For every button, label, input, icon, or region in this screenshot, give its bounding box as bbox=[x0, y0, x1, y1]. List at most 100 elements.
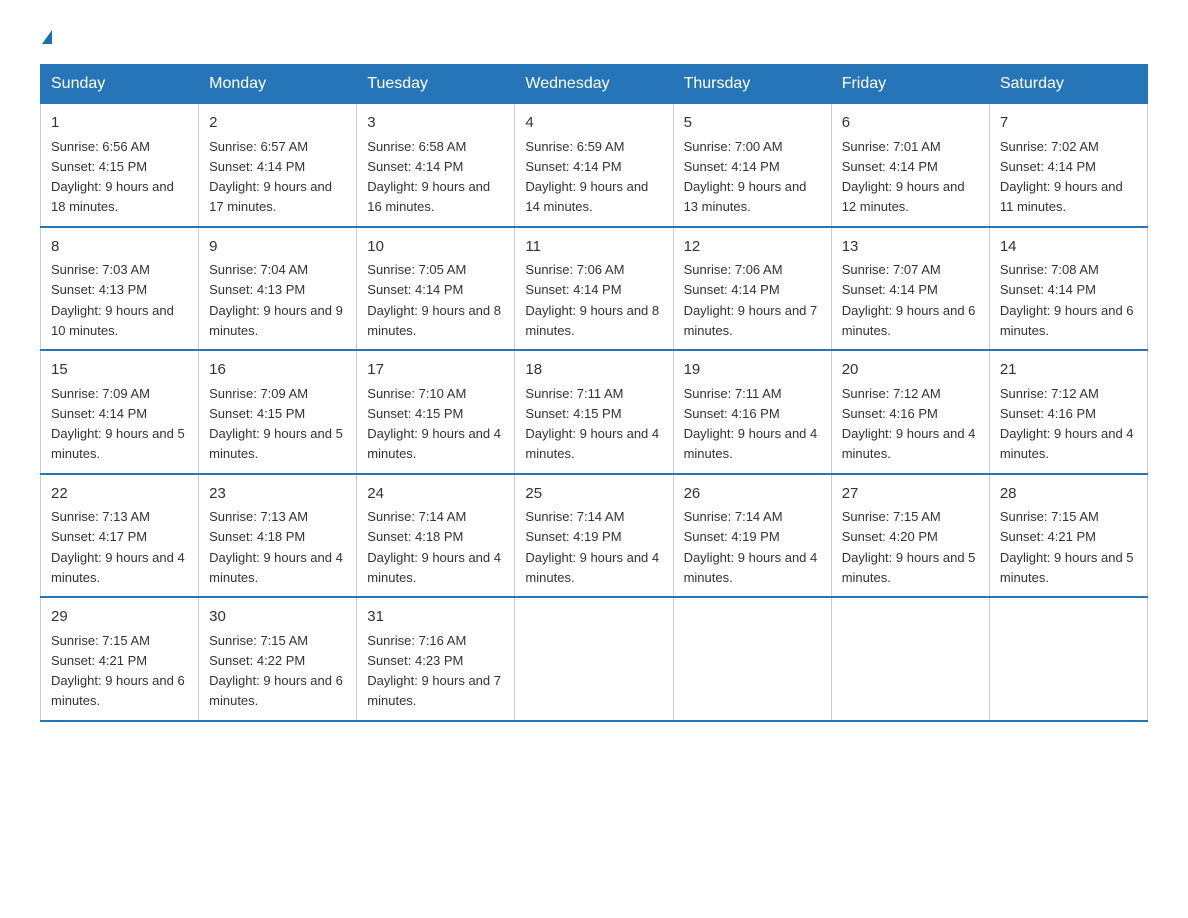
day-number: 9 bbox=[209, 236, 346, 259]
calendar-cell: 9 Sunrise: 7:04 AMSunset: 4:13 PMDaylight… bbox=[199, 227, 357, 351]
calendar-cell: 2 Sunrise: 6:57 AMSunset: 4:14 PMDaylight… bbox=[199, 104, 357, 227]
day-info: Sunrise: 7:04 AMSunset: 4:13 PMDaylight:… bbox=[209, 262, 343, 338]
calendar-cell bbox=[989, 597, 1147, 721]
calendar-week-row: 29Sunrise: 7:15 AMSunset: 4:21 PMDayligh… bbox=[41, 597, 1148, 721]
day-number: 17 bbox=[367, 359, 504, 382]
calendar-cell: 20 Sunrise: 7:12 AMSunset: 4:16 PMDayligh… bbox=[831, 350, 989, 474]
logo bbox=[40, 30, 52, 44]
day-info: Sunrise: 7:12 AMSunset: 4:16 PMDaylight:… bbox=[842, 386, 976, 462]
day-info: Sunrise: 7:15 AMSunset: 4:21 PMDaylight:… bbox=[1000, 509, 1134, 585]
day-info: Sunrise: 7:14 AMSunset: 4:19 PMDaylight:… bbox=[525, 509, 659, 585]
calendar-cell: 22 Sunrise: 7:13 AMSunset: 4:17 PMDayligh… bbox=[41, 474, 199, 598]
calendar-table: SundayMondayTuesdayWednesdayThursdayFrid… bbox=[40, 64, 1148, 722]
day-number: 4 bbox=[525, 112, 662, 135]
day-info: Sunrise: 7:09 AMSunset: 4:14 PMDaylight:… bbox=[51, 386, 185, 462]
calendar-cell: 10 Sunrise: 7:05 AMSunset: 4:14 PMDayligh… bbox=[357, 227, 515, 351]
weekday-header-thursday: Thursday bbox=[673, 65, 831, 104]
day-number: 13 bbox=[842, 236, 979, 259]
day-number: 30 bbox=[209, 606, 346, 629]
day-info: Sunrise: 7:14 AMSunset: 4:19 PMDaylight:… bbox=[684, 509, 818, 585]
day-number: 2 bbox=[209, 112, 346, 135]
calendar-cell: 29Sunrise: 7:15 AMSunset: 4:21 PMDayligh… bbox=[41, 597, 199, 721]
day-info: Sunrise: 7:05 AMSunset: 4:14 PMDaylight:… bbox=[367, 262, 501, 338]
calendar-cell: 4 Sunrise: 6:59 AMSunset: 4:14 PMDaylight… bbox=[515, 104, 673, 227]
calendar-cell: 19 Sunrise: 7:11 AMSunset: 4:16 PMDayligh… bbox=[673, 350, 831, 474]
calendar-cell bbox=[831, 597, 989, 721]
calendar-cell bbox=[673, 597, 831, 721]
day-number: 6 bbox=[842, 112, 979, 135]
calendar-cell: 13 Sunrise: 7:07 AMSunset: 4:14 PMDayligh… bbox=[831, 227, 989, 351]
calendar-cell: 18Sunrise: 7:11 AMSunset: 4:15 PMDayligh… bbox=[515, 350, 673, 474]
calendar-cell: 7 Sunrise: 7:02 AMSunset: 4:14 PMDaylight… bbox=[989, 104, 1147, 227]
weekday-header-saturday: Saturday bbox=[989, 65, 1147, 104]
day-info: Sunrise: 6:57 AMSunset: 4:14 PMDaylight:… bbox=[209, 139, 332, 215]
day-info: Sunrise: 7:06 AMSunset: 4:14 PMDaylight:… bbox=[525, 262, 659, 338]
day-info: Sunrise: 7:16 AMSunset: 4:23 PMDaylight:… bbox=[367, 633, 501, 709]
day-number: 21 bbox=[1000, 359, 1137, 382]
day-info: Sunrise: 7:07 AMSunset: 4:14 PMDaylight:… bbox=[842, 262, 976, 338]
day-info: Sunrise: 7:09 AMSunset: 4:15 PMDaylight:… bbox=[209, 386, 343, 462]
day-info: Sunrise: 7:08 AMSunset: 4:14 PMDaylight:… bbox=[1000, 262, 1134, 338]
day-number: 26 bbox=[684, 483, 821, 506]
day-info: Sunrise: 7:15 AMSunset: 4:20 PMDaylight:… bbox=[842, 509, 976, 585]
day-info: Sunrise: 7:13 AMSunset: 4:17 PMDaylight:… bbox=[51, 509, 185, 585]
calendar-week-row: 15 Sunrise: 7:09 AMSunset: 4:14 PMDayligh… bbox=[41, 350, 1148, 474]
day-info: Sunrise: 6:58 AMSunset: 4:14 PMDaylight:… bbox=[367, 139, 490, 215]
calendar-cell: 28Sunrise: 7:15 AMSunset: 4:21 PMDayligh… bbox=[989, 474, 1147, 598]
day-info: Sunrise: 6:59 AMSunset: 4:14 PMDaylight:… bbox=[525, 139, 648, 215]
day-number: 25 bbox=[525, 483, 662, 506]
day-number: 14 bbox=[1000, 236, 1137, 259]
page-header bbox=[40, 30, 1148, 44]
calendar-week-row: 1 Sunrise: 6:56 AMSunset: 4:15 PMDaylight… bbox=[41, 104, 1148, 227]
calendar-cell: 1 Sunrise: 6:56 AMSunset: 4:15 PMDaylight… bbox=[41, 104, 199, 227]
day-info: Sunrise: 7:10 AMSunset: 4:15 PMDaylight:… bbox=[367, 386, 501, 462]
weekday-header-sunday: Sunday bbox=[41, 65, 199, 104]
calendar-cell: 14 Sunrise: 7:08 AMSunset: 4:14 PMDayligh… bbox=[989, 227, 1147, 351]
day-number: 23 bbox=[209, 483, 346, 506]
day-number: 22 bbox=[51, 483, 188, 506]
day-info: Sunrise: 7:13 AMSunset: 4:18 PMDaylight:… bbox=[209, 509, 343, 585]
day-number: 24 bbox=[367, 483, 504, 506]
calendar-header-row: SundayMondayTuesdayWednesdayThursdayFrid… bbox=[41, 65, 1148, 104]
calendar-cell: 16Sunrise: 7:09 AMSunset: 4:15 PMDayligh… bbox=[199, 350, 357, 474]
calendar-cell: 17 Sunrise: 7:10 AMSunset: 4:15 PMDayligh… bbox=[357, 350, 515, 474]
day-number: 8 bbox=[51, 236, 188, 259]
calendar-cell: 11 Sunrise: 7:06 AMSunset: 4:14 PMDayligh… bbox=[515, 227, 673, 351]
day-number: 19 bbox=[684, 359, 821, 382]
day-info: Sunrise: 7:02 AMSunset: 4:14 PMDaylight:… bbox=[1000, 139, 1123, 215]
day-number: 15 bbox=[51, 359, 188, 382]
calendar-cell: 3 Sunrise: 6:58 AMSunset: 4:14 PMDaylight… bbox=[357, 104, 515, 227]
day-info: Sunrise: 6:56 AMSunset: 4:15 PMDaylight:… bbox=[51, 139, 174, 215]
day-number: 31 bbox=[367, 606, 504, 629]
weekday-header-tuesday: Tuesday bbox=[357, 65, 515, 104]
calendar-cell: 30 Sunrise: 7:15 AMSunset: 4:22 PMDayligh… bbox=[199, 597, 357, 721]
day-number: 1 bbox=[51, 112, 188, 135]
day-info: Sunrise: 7:11 AMSunset: 4:16 PMDaylight:… bbox=[684, 386, 818, 462]
weekday-header-monday: Monday bbox=[199, 65, 357, 104]
calendar-cell: 8 Sunrise: 7:03 AMSunset: 4:13 PMDaylight… bbox=[41, 227, 199, 351]
day-number: 18 bbox=[525, 359, 662, 382]
day-number: 7 bbox=[1000, 112, 1137, 135]
calendar-week-row: 22 Sunrise: 7:13 AMSunset: 4:17 PMDayligh… bbox=[41, 474, 1148, 598]
calendar-cell: 5 Sunrise: 7:00 AMSunset: 4:14 PMDaylight… bbox=[673, 104, 831, 227]
weekday-header-friday: Friday bbox=[831, 65, 989, 104]
calendar-cell: 23 Sunrise: 7:13 AMSunset: 4:18 PMDayligh… bbox=[199, 474, 357, 598]
calendar-cell: 24 Sunrise: 7:14 AMSunset: 4:18 PMDayligh… bbox=[357, 474, 515, 598]
day-info: Sunrise: 7:00 AMSunset: 4:14 PMDaylight:… bbox=[684, 139, 807, 215]
day-number: 20 bbox=[842, 359, 979, 382]
weekday-header-wednesday: Wednesday bbox=[515, 65, 673, 104]
calendar-cell: 21Sunrise: 7:12 AMSunset: 4:16 PMDayligh… bbox=[989, 350, 1147, 474]
day-info: Sunrise: 7:03 AMSunset: 4:13 PMDaylight:… bbox=[51, 262, 174, 338]
day-number: 11 bbox=[525, 236, 662, 259]
day-number: 3 bbox=[367, 112, 504, 135]
day-info: Sunrise: 7:06 AMSunset: 4:14 PMDaylight:… bbox=[684, 262, 818, 338]
day-number: 10 bbox=[367, 236, 504, 259]
calendar-cell: 31 Sunrise: 7:16 AMSunset: 4:23 PMDayligh… bbox=[357, 597, 515, 721]
day-info: Sunrise: 7:14 AMSunset: 4:18 PMDaylight:… bbox=[367, 509, 501, 585]
calendar-cell: 26 Sunrise: 7:14 AMSunset: 4:19 PMDayligh… bbox=[673, 474, 831, 598]
calendar-cell bbox=[515, 597, 673, 721]
day-info: Sunrise: 7:01 AMSunset: 4:14 PMDaylight:… bbox=[842, 139, 965, 215]
day-number: 5 bbox=[684, 112, 821, 135]
day-info: Sunrise: 7:15 AMSunset: 4:22 PMDaylight:… bbox=[209, 633, 343, 709]
day-number: 29 bbox=[51, 606, 188, 629]
